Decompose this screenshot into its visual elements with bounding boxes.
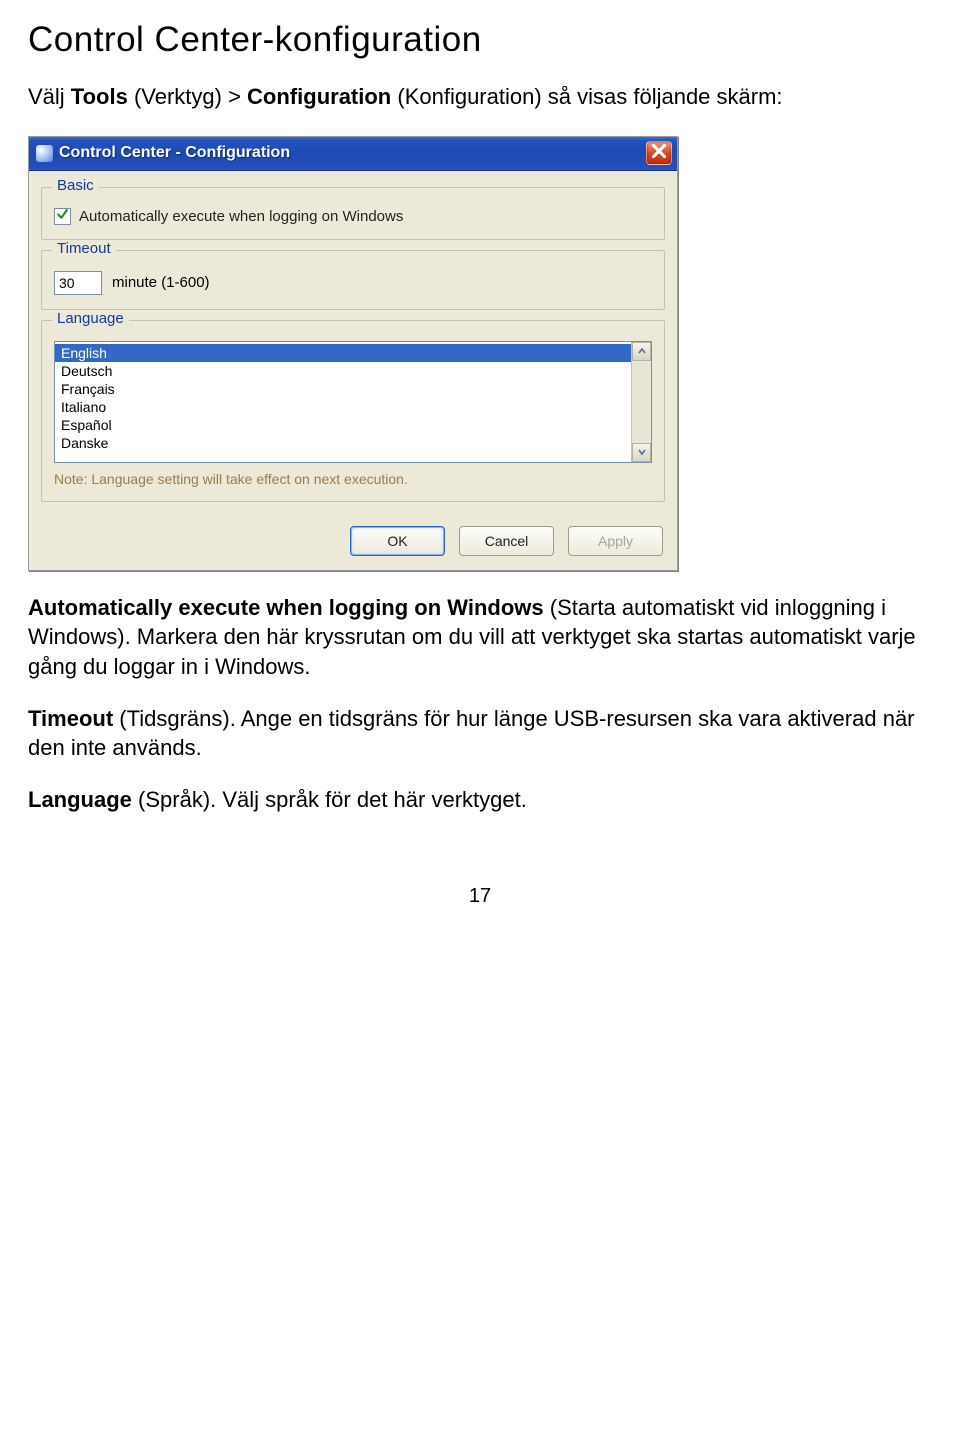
- list-item[interactable]: Italiano: [55, 398, 631, 416]
- intro-bold-2: Configuration: [247, 84, 391, 109]
- language-listbox[interactable]: English Deutsch Français Italiano Españo…: [54, 341, 652, 463]
- scrollbar: [631, 342, 651, 462]
- groupbox-timeout: Timeout minute (1-600): [41, 250, 665, 310]
- dialog-body: Basic Automatically execute when logging…: [29, 171, 677, 512]
- auto-execute-row: Automatically execute when logging on Wi…: [54, 208, 652, 225]
- groupbox-basic-legend: Basic: [52, 177, 99, 194]
- chevron-down-icon: [637, 444, 647, 461]
- scroll-down-button[interactable]: [632, 443, 651, 462]
- para3-bold: Language: [28, 787, 132, 812]
- ok-button[interactable]: OK: [350, 526, 445, 556]
- timeout-row: minute (1-600): [54, 271, 652, 295]
- para2-rest: (Tidsgräns). Ange en tidsgräns för hur l…: [28, 706, 915, 761]
- scroll-track[interactable]: [632, 361, 651, 443]
- intro-text-1: Välj: [28, 84, 71, 109]
- para1-bold: Automatically execute when logging on Wi…: [28, 595, 544, 620]
- chevron-up-icon: [637, 343, 647, 360]
- list-item[interactable]: Danske: [55, 434, 631, 452]
- page-number: 17: [28, 885, 932, 908]
- paragraph-language: Language (Språk). Välj språk för det här…: [28, 785, 932, 815]
- groupbox-timeout-legend: Timeout: [52, 240, 116, 257]
- list-item[interactable]: Español: [55, 416, 631, 434]
- para3-rest: (Språk). Välj språk för det här verktyge…: [132, 787, 527, 812]
- intro-text-2: (Verktyg) >: [128, 84, 247, 109]
- groupbox-basic: Basic Automatically execute when logging…: [41, 187, 665, 240]
- intro-text-3: (Konfiguration) så visas följande skärm:: [391, 84, 782, 109]
- list-item[interactable]: Deutsch: [55, 362, 631, 380]
- auto-execute-label: Automatically execute when logging on Wi…: [79, 208, 403, 225]
- dialog-titlebar: Control Center - Configuration: [29, 137, 677, 171]
- groupbox-language-legend: Language: [52, 310, 129, 327]
- cancel-button[interactable]: Cancel: [459, 526, 554, 556]
- list-item[interactable]: English: [55, 344, 631, 362]
- apply-button[interactable]: Apply: [568, 526, 663, 556]
- language-note: Note: Language setting will take effect …: [54, 471, 652, 487]
- close-icon: [652, 144, 666, 162]
- groupbox-language: Language English Deutsch Français Italia…: [41, 320, 665, 502]
- configuration-dialog: Control Center - Configuration Basic Aut…: [28, 136, 678, 571]
- titlebar-left: Control Center - Configuration: [36, 144, 290, 162]
- dialog-title: Control Center - Configuration: [59, 144, 290, 162]
- list-item[interactable]: Français: [55, 380, 631, 398]
- para2-bold: Timeout: [28, 706, 113, 731]
- timeout-input[interactable]: [54, 271, 102, 295]
- scroll-up-button[interactable]: [632, 342, 651, 361]
- timeout-suffix: minute (1-600): [112, 274, 210, 291]
- auto-execute-checkbox[interactable]: [54, 208, 71, 225]
- paragraph-auto-execute: Automatically execute when logging on Wi…: [28, 593, 932, 682]
- close-button[interactable]: [646, 141, 672, 165]
- app-icon: [36, 145, 53, 162]
- check-icon: [56, 208, 69, 225]
- page-title: Control Center-konfiguration: [28, 20, 932, 60]
- dialog-button-row: OK Cancel Apply: [29, 512, 677, 570]
- language-list: English Deutsch Français Italiano Españo…: [55, 342, 631, 462]
- paragraph-timeout: Timeout (Tidsgräns). Ange en tidsgräns f…: [28, 704, 932, 763]
- intro-paragraph: Välj Tools (Verktyg) > Configuration (Ko…: [28, 82, 932, 112]
- intro-bold-1: Tools: [71, 84, 128, 109]
